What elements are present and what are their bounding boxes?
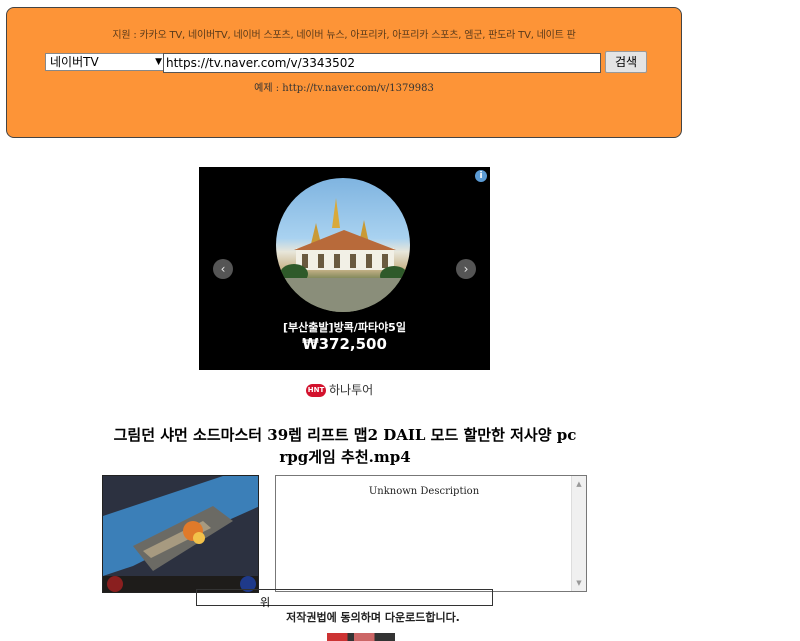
temple-illustration xyxy=(276,198,410,312)
site-select-value: 네이버TV xyxy=(50,55,99,69)
scroll-up-icon[interactable]: ▲ xyxy=(572,480,586,488)
ad-price: ₩372,500 xyxy=(302,335,387,353)
ad-image xyxy=(276,178,410,312)
ad-banner[interactable]: ‹ › i [부산출발]방콕/파타야5일 ₩372,500 xyxy=(199,167,490,370)
description-scrollbar[interactable]: ▲ ▼ xyxy=(571,476,586,591)
dropdown-caret-icon: ▼ xyxy=(155,57,162,67)
ad-info-icon[interactable]: i xyxy=(475,170,487,182)
subtitle-label: 위 xyxy=(260,596,271,609)
ad-next-button[interactable]: › xyxy=(456,259,476,279)
download-thumbnail-strip[interactable] xyxy=(327,633,395,641)
description-textarea[interactable]: Unknown Description ▲ ▼ xyxy=(275,475,587,592)
video-thumbnail[interactable] xyxy=(102,475,259,593)
ad-brand[interactable]: HNT 하나투어 xyxy=(306,381,373,397)
agree-download-text[interactable]: 저작권법에 동의하며 다운로드합니다. xyxy=(0,609,746,625)
brand-logo-icon: HNT xyxy=(306,384,326,397)
ad-prev-button[interactable]: ‹ xyxy=(213,259,233,279)
subtitle-box[interactable] xyxy=(196,589,493,606)
ad-caption: [부산출발]방콕/파타야5일 xyxy=(283,321,406,334)
chevron-left-icon: ‹ xyxy=(220,262,226,276)
search-panel: 지원 : 카카오 TV, 네이버TV, 네이버 스포츠, 네이버 뉴스, 아프리… xyxy=(6,7,682,138)
supported-sites-text: 지원 : 카카오 TV, 네이버TV, 네이버 스포츠, 네이버 뉴스, 아프리… xyxy=(112,30,576,41)
description-text: Unknown Description xyxy=(368,486,480,497)
site-select[interactable]: 네이버TV ▼ xyxy=(45,53,167,71)
scroll-down-icon[interactable]: ▼ xyxy=(572,579,586,587)
chevron-right-icon: › xyxy=(463,262,469,276)
example-text: 예제 : http://tv.naver.com/v/1379983 xyxy=(254,83,434,94)
video-title: 그림던 샤먼 소드마스터 39렙 리프트 맵2 DAIL 모드 할만한 저사양 … xyxy=(113,426,577,466)
url-input[interactable]: https://tv.naver.com/v/3343502 xyxy=(163,53,601,73)
game-scene-illustration xyxy=(103,476,258,592)
search-button[interactable]: 검색 xyxy=(605,51,647,73)
brand-name: 하나투어 xyxy=(329,383,374,397)
